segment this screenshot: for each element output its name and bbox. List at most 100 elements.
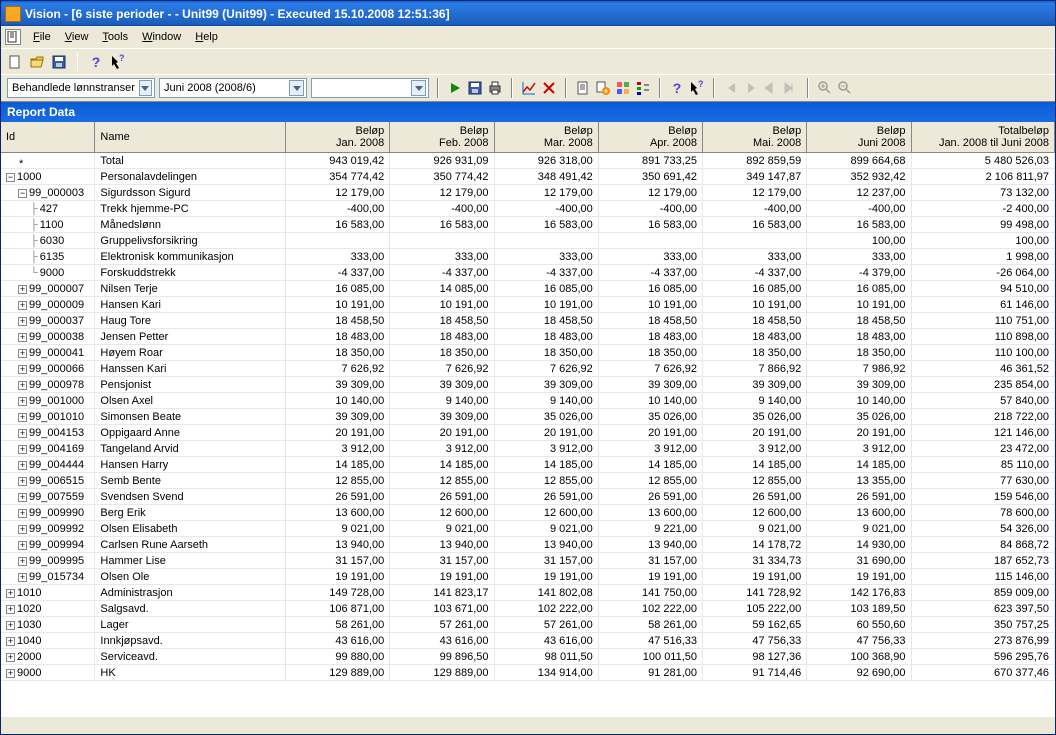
col-apr[interactable]: BeløpApr. 2008 <box>599 122 703 152</box>
expand-icon[interactable]: + <box>18 557 27 566</box>
grid-row[interactable]: + 1030Lager58 261,0057 261,0057 261,0058… <box>1 617 1055 633</box>
nav-prev-icon[interactable] <box>743 80 759 96</box>
menu-file[interactable]: File <box>27 29 57 45</box>
grid-row[interactable]: + 99_009994Carlsen Rune Aarseth13 940,00… <box>1 537 1055 553</box>
grid-row[interactable]: + 99_001010Simonsen Beate39 309,0039 309… <box>1 409 1055 425</box>
col-jan[interactable]: BeløpJan. 2008 <box>286 122 390 152</box>
expand-icon[interactable]: + <box>6 621 15 630</box>
combo-period[interactable]: Juni 2008 (2008/6) <box>159 78 307 98</box>
whats-this-icon[interactable]: ? <box>689 80 705 96</box>
col-may[interactable]: BeløpMai. 2008 <box>703 122 807 152</box>
expand-icon[interactable]: + <box>18 349 27 358</box>
grid-row[interactable]: *Total943 019,42926 931,09926 318,00891 … <box>1 153 1055 169</box>
expand-icon[interactable]: + <box>18 445 27 454</box>
grid-row[interactable]: └ 9000Forskuddstrekk-4 337,00-4 337,00-4… <box>1 265 1055 281</box>
help-icon[interactable]: ? <box>669 80 685 96</box>
whats-this-icon[interactable]: ? <box>110 54 126 70</box>
expand-icon[interactable]: − <box>6 173 15 182</box>
col-id[interactable]: Id <box>1 122 95 152</box>
grid-row[interactable]: − 1000Personalavdelingen354 774,42350 77… <box>1 169 1055 185</box>
combo-empty[interactable] <box>311 78 429 98</box>
menu-window[interactable]: Window <box>136 29 187 45</box>
menu-tools[interactable]: Tools <box>96 29 134 45</box>
expand-icon[interactable]: + <box>18 413 27 422</box>
expand-icon[interactable]: + <box>6 669 15 678</box>
grid-row[interactable]: + 99_000009Hansen Kari10 191,0010 191,00… <box>1 297 1055 313</box>
filter-icon[interactable] <box>615 80 631 96</box>
grid-row[interactable]: + 99_009992Olsen Elisabeth9 021,009 021,… <box>1 521 1055 537</box>
grid-row[interactable]: + 99_000978Pensjonist39 309,0039 309,003… <box>1 377 1055 393</box>
expand-icon[interactable]: + <box>18 509 27 518</box>
grid-row[interactable]: + 99_000037Haug Tore18 458,5018 458,5018… <box>1 313 1055 329</box>
chevron-down-icon[interactable] <box>411 80 426 96</box>
tree-icon[interactable] <box>635 80 651 96</box>
grid-row[interactable]: + 99_004153Oppigaard Anne20 191,0020 191… <box>1 425 1055 441</box>
expand-icon[interactable]: + <box>6 589 15 598</box>
grid-row[interactable]: + 99_000041Høyem Roar18 350,0018 350,001… <box>1 345 1055 361</box>
grid-row[interactable]: + 99_004169Tangeland Arvid3 912,003 912,… <box>1 441 1055 457</box>
help-icon[interactable]: ? <box>88 54 104 70</box>
nav-first-icon[interactable] <box>723 80 739 96</box>
combo-dataset[interactable]: Behandlede lønnstranser <box>7 78 155 98</box>
chart-icon[interactable] <box>521 80 537 96</box>
new-icon[interactable] <box>7 54 23 70</box>
expand-icon[interactable]: + <box>18 317 27 326</box>
expand-icon[interactable]: + <box>6 653 15 662</box>
delete-icon[interactable] <box>541 80 557 96</box>
expand-icon[interactable]: + <box>18 525 27 534</box>
grid-row[interactable]: + 99_009990Berg Erik13 600,0012 600,0012… <box>1 505 1055 521</box>
grid-row[interactable]: ├ 6030Gruppelivsforsikring100,00100,00 <box>1 233 1055 249</box>
grid-row[interactable]: + 99_006515Semb Bente12 855,0012 855,001… <box>1 473 1055 489</box>
menu-help[interactable]: Help <box>189 29 224 45</box>
grid-row[interactable]: − 99_000003Sigurdsson Sigurd12 179,0012 … <box>1 185 1055 201</box>
expand-icon[interactable]: + <box>18 429 27 438</box>
expand-icon[interactable]: + <box>6 605 15 614</box>
expand-icon[interactable]: + <box>18 285 27 294</box>
col-name[interactable]: Name <box>95 122 286 152</box>
chevron-down-icon[interactable] <box>139 80 152 96</box>
grid-row[interactable]: + 99_000066Hanssen Kari7 626,927 626,927… <box>1 361 1055 377</box>
grid-row[interactable]: + 99_001000Olsen Axel10 140,009 140,009 … <box>1 393 1055 409</box>
menu-view[interactable]: View <box>59 29 95 45</box>
nav-next-icon[interactable] <box>763 80 779 96</box>
add-icon[interactable] <box>595 80 611 96</box>
expand-icon[interactable]: + <box>18 301 27 310</box>
grid-row[interactable]: + 99_009995Hammer Lise31 157,0031 157,00… <box>1 553 1055 569</box>
expand-icon[interactable]: + <box>18 365 27 374</box>
open-icon[interactable] <box>29 54 45 70</box>
expand-icon[interactable]: + <box>18 461 27 470</box>
expand-icon[interactable]: + <box>18 477 27 486</box>
expand-icon[interactable]: + <box>18 333 27 342</box>
expand-icon[interactable]: + <box>18 573 27 582</box>
print-icon[interactable] <box>487 80 503 96</box>
expand-icon[interactable]: − <box>18 189 27 198</box>
col-feb[interactable]: BeløpFeb. 2008 <box>390 122 494 152</box>
doc-icon[interactable] <box>575 80 591 96</box>
chevron-down-icon[interactable] <box>289 80 304 96</box>
grid-row[interactable]: ├ 1100Månedslønn16 583,0016 583,0016 583… <box>1 217 1055 233</box>
expand-icon[interactable]: + <box>18 541 27 550</box>
grid-row[interactable]: + 99_000007Nilsen Terje16 085,0014 085,0… <box>1 281 1055 297</box>
grid-row[interactable]: + 2000Serviceavd.99 880,0099 896,5098 01… <box>1 649 1055 665</box>
grid-row[interactable]: + 99_007559Svendsen Svend26 591,0026 591… <box>1 489 1055 505</box>
grid-row[interactable]: + 99_004444Hansen Harry14 185,0014 185,0… <box>1 457 1055 473</box>
col-jun[interactable]: BeløpJuni 2008 <box>807 122 911 152</box>
expand-icon[interactable]: + <box>18 493 27 502</box>
run-icon[interactable] <box>447 80 463 96</box>
expand-icon[interactable]: + <box>18 397 27 406</box>
grid-row[interactable]: + 1020Salgsavd.106 871,00103 671,00102 2… <box>1 601 1055 617</box>
grid-row[interactable]: ├ 427Trekk hjemme-PC-400,00-400,00-400,0… <box>1 201 1055 217</box>
nav-last-icon[interactable] <box>783 80 799 96</box>
grid-row[interactable]: + 99_015734Olsen Ole19 191,0019 191,0019… <box>1 569 1055 585</box>
zoom-out-icon[interactable] <box>837 80 853 96</box>
grid-row[interactable]: + 99_000038Jensen Petter18 483,0018 483,… <box>1 329 1055 345</box>
col-total[interactable]: TotalbeløpJan. 2008 til Juni 2008 <box>912 122 1055 152</box>
zoom-in-icon[interactable] <box>817 80 833 96</box>
expand-icon[interactable]: + <box>6 637 15 646</box>
save-icon[interactable] <box>467 80 483 96</box>
expand-icon[interactable]: + <box>18 381 27 390</box>
grid-row[interactable]: + 9000HK129 889,00129 889,00134 914,0091… <box>1 665 1055 681</box>
grid-row[interactable]: + 1010Administrasjon149 728,00141 823,17… <box>1 585 1055 601</box>
grid-row[interactable]: ├ 6135Elektronisk kommunikasjon333,00333… <box>1 249 1055 265</box>
col-mar[interactable]: BeløpMar. 2008 <box>495 122 599 152</box>
